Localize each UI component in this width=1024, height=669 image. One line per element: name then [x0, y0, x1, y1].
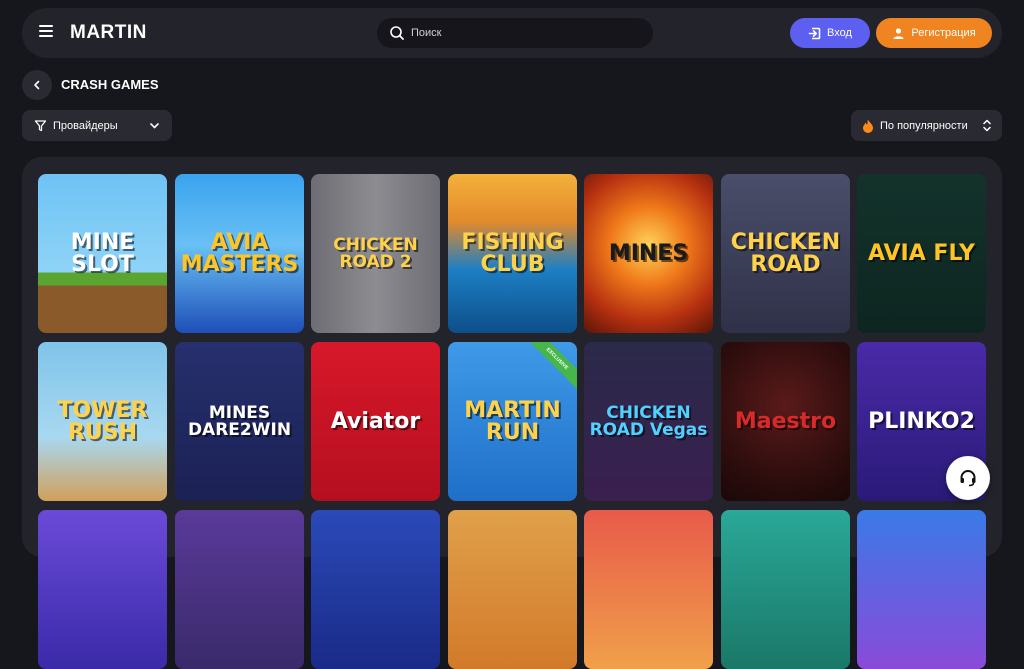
game-tile[interactable]: CHICKEN ROAD 2 — [311, 174, 440, 333]
login-arrow-icon — [808, 27, 821, 39]
support-chat-button[interactable] — [946, 456, 990, 500]
fire-icon — [863, 119, 873, 133]
game-tile[interactable]: MINES DARE2WIN — [175, 342, 304, 501]
game-tile[interactable]: CHICKEN ROAD Vegas — [584, 342, 713, 501]
game-tile[interactable] — [721, 510, 850, 669]
game-title: Aviator — [330, 408, 421, 434]
game-tile[interactable] — [311, 510, 440, 669]
headset-icon — [960, 470, 976, 487]
sort-updown-icon — [983, 119, 991, 132]
game-title: Maestro — [734, 408, 837, 434]
game-tile[interactable] — [175, 510, 304, 669]
game-tile[interactable]: TOWER RUSH — [38, 342, 167, 501]
game-title: PLINKO2 — [868, 408, 975, 434]
register-label: Регистрация — [911, 27, 976, 39]
top-header: MARTIN Вход Регистрация — [22, 8, 1002, 58]
game-tile[interactable]: MINE SLOT — [38, 174, 167, 333]
login-label: Вход — [827, 27, 852, 39]
filter-icon — [34, 120, 47, 132]
game-tile[interactable] — [857, 510, 986, 669]
game-tile[interactable]: AVIA MASTERS — [175, 174, 304, 333]
game-title: AVIA MASTERS — [180, 229, 299, 277]
game-title: AVIA FLY — [868, 240, 975, 266]
site-logo[interactable]: MARTIN — [70, 22, 147, 44]
register-button[interactable]: Регистрация — [876, 18, 992, 48]
game-title: MINES — [608, 240, 689, 266]
chevron-left-icon — [34, 80, 40, 90]
providers-filter-label: Провайдеры — [53, 119, 118, 132]
user-icon — [893, 27, 904, 39]
chevron-down-icon — [150, 123, 159, 129]
search-input[interactable] — [411, 18, 641, 48]
game-tile[interactable]: MARTIN RUN EXCLUSIVE — [448, 342, 577, 501]
search-bar[interactable] — [377, 18, 653, 48]
game-tile[interactable]: FISHING CLUB — [448, 174, 577, 333]
game-tile[interactable]: CHICKEN ROAD — [721, 174, 850, 333]
game-title: CHICKEN ROAD — [730, 229, 841, 277]
hamburger-menu-icon[interactable] — [39, 25, 53, 39]
game-title: MINES DARE2WIN — [187, 402, 292, 440]
game-title: MARTIN RUN — [464, 397, 561, 445]
game-tile[interactable]: Maestro — [721, 342, 850, 501]
login-button[interactable]: Вход — [790, 18, 870, 48]
sort-dropdown[interactable]: По популярности — [851, 110, 1002, 141]
game-tile[interactable]: Aviator — [311, 342, 440, 501]
game-title: TOWER RUSH — [57, 397, 148, 445]
game-title: CHICKEN ROAD Vegas — [589, 402, 708, 440]
sort-label: По популярности — [880, 119, 968, 132]
game-tile[interactable] — [448, 510, 577, 669]
game-tile[interactable]: AVIA FLY — [857, 174, 986, 333]
providers-filter-dropdown[interactable]: Провайдеры — [22, 110, 172, 141]
game-tile[interactable]: MINES — [584, 174, 713, 333]
game-tile[interactable] — [584, 510, 713, 669]
game-title: MINE SLOT — [70, 229, 135, 277]
game-title: FISHING CLUB — [461, 229, 564, 277]
page-title: CRASH GAMES — [61, 77, 159, 92]
game-title: CHICKEN ROAD 2 — [333, 234, 418, 272]
search-icon — [390, 26, 404, 40]
logo-text: MARTIN — [70, 22, 147, 43]
game-tile[interactable] — [38, 510, 167, 669]
back-button[interactable] — [22, 70, 52, 100]
exclusive-badge: EXCLUSIVE — [523, 342, 577, 393]
